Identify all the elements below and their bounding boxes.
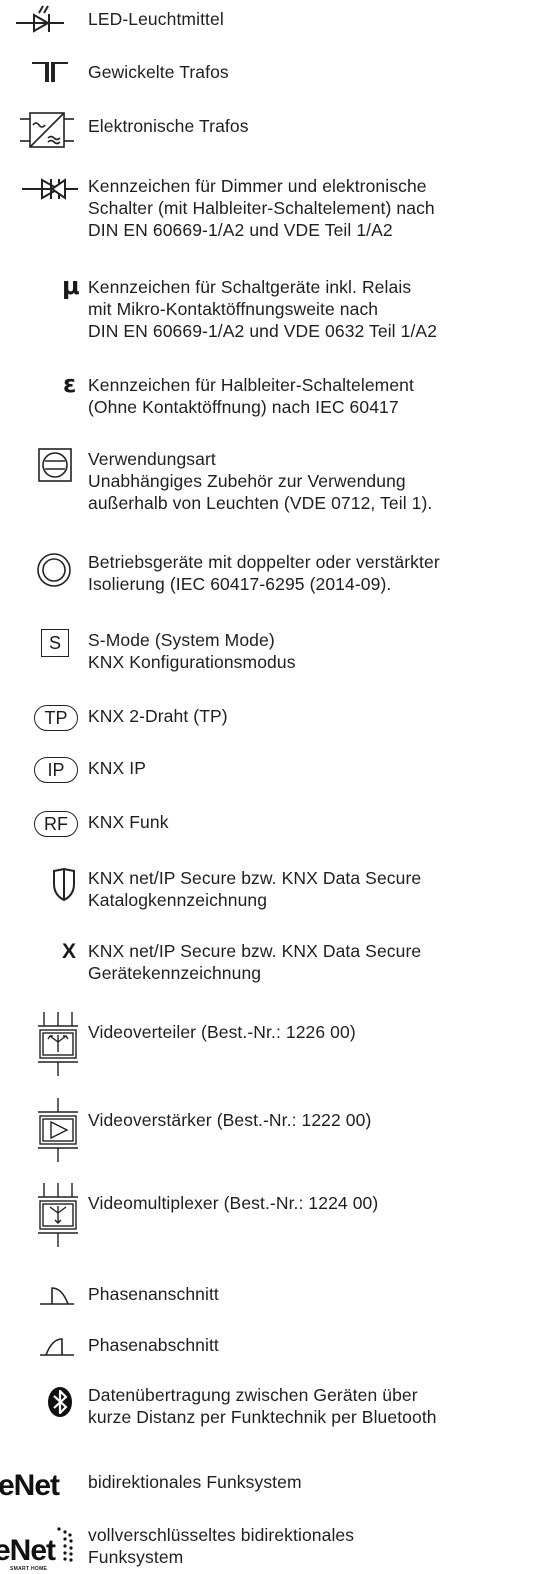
video-distributor-icon [38, 1012, 78, 1092]
legend-text: Verwendungsart Unabhängiges Zubehör zur … [88, 449, 433, 513]
x-mark-icon: X [62, 940, 77, 963]
video-amplifier-icon [38, 1098, 78, 1178]
epsilon-icon: ε [63, 370, 77, 398]
legend-text: Videoverstärker (Best.-Nr.: 1222 00) [88, 1110, 372, 1130]
legend-text: Betriebsgeräte mit doppelter oder verstä… [88, 552, 440, 594]
enet-smart-home-tagline: SMART HOME [10, 1566, 48, 1572]
legend-text: KNX IP [88, 758, 146, 778]
legend-text: Phasenabschnitt [88, 1335, 219, 1355]
legend-text: Datenübertragung zwischen Geräten über k… [88, 1385, 437, 1427]
enet-logo-icon: eNet [0, 1469, 60, 1502]
legend-text: Kennzeichen für Halbleiter-Schaltelement… [88, 375, 414, 417]
enet-smart-home-wordmark: eNet [0, 1534, 56, 1567]
knx-ip-icon: IP [34, 757, 78, 783]
s-mode-icon: S [41, 629, 69, 657]
legend-text: Videoverteiler (Best.-Nr.: 1226 00) [88, 1022, 356, 1042]
legend-text: LED-Leuchtmittel [88, 9, 224, 29]
legend-text: bidirektionales Funksystem [88, 1472, 302, 1492]
micro-contact-icon: μ [62, 272, 80, 300]
legend-text: KNX Funk [88, 812, 169, 832]
legend-text: KNX 2-Draht (TP) [88, 706, 228, 726]
legend-text: Gewickelte Trafos [88, 62, 229, 82]
legend-text: vollverschlüsseltes bidirektionales Funk… [88, 1525, 355, 1567]
bluetooth-icon [47, 1385, 77, 1421]
video-multiplexer-icon [38, 1183, 78, 1263]
usage-type-icon [37, 447, 77, 487]
trailing-edge-icon [38, 1335, 78, 1359]
leading-edge-icon [38, 1284, 78, 1308]
knx-tp-icon: TP [34, 705, 78, 731]
dimmer-thyristor-icon [20, 174, 82, 204]
legend-text: Kennzeichen für Schaltgeräte inkl. Relai… [88, 277, 438, 341]
shield-icon [52, 868, 76, 902]
electronic-transformer-icon [18, 111, 78, 151]
double-insulation-icon [36, 552, 76, 592]
legend-text: KNX net/IP Secure bzw. KNX Data Secure G… [88, 941, 422, 983]
wound-transformer-icon [30, 60, 80, 84]
knx-rf-icon: RF [34, 811, 78, 837]
legend-text: Kennzeichen für Dimmer und elektronische… [88, 176, 435, 240]
legend-text: Phasenanschnitt [88, 1284, 219, 1304]
enet-smart-home-logo-icon: eNet SMART HOME [0, 1522, 78, 1574]
led-lamp-icon [12, 4, 72, 34]
legend-text: S-Mode (System Mode) KNX Konfigurationsm… [88, 630, 296, 672]
legend-text: KNX net/IP Secure bzw. KNX Data Secure K… [88, 868, 422, 910]
legend-text: Videomultiplexer (Best.-Nr.: 1224 00) [88, 1193, 379, 1213]
legend-text: Elektronische Trafos [88, 116, 249, 136]
